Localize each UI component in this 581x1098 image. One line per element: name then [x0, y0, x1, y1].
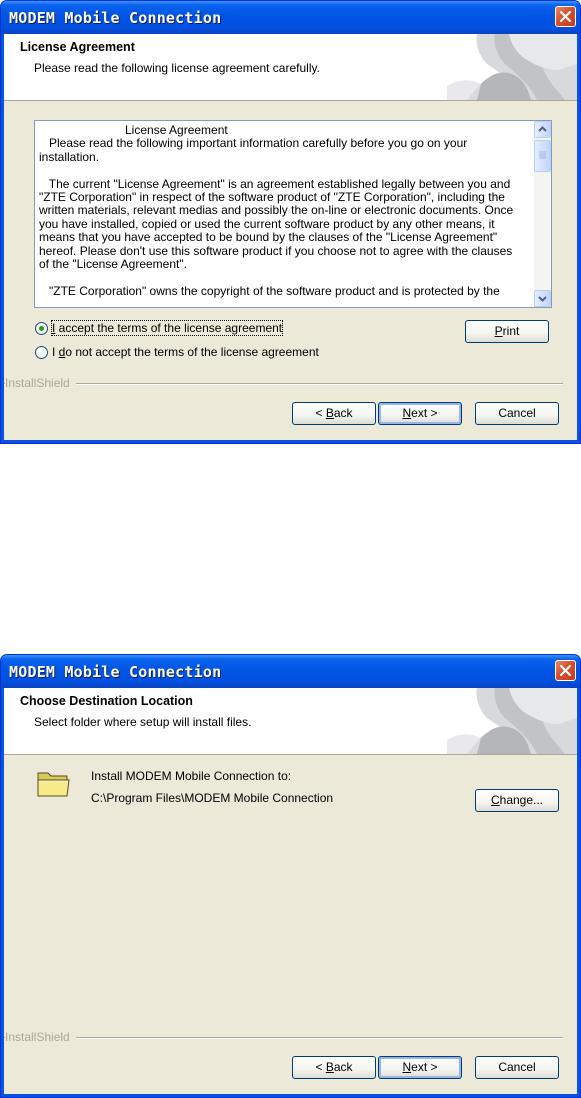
decline-radio-label[interactable]: I do not accept the terms of the license…: [52, 345, 319, 359]
button-label: rint: [502, 324, 520, 338]
radio-selected-dot: [39, 326, 44, 331]
installshield-divider: InstallShield: [4, 376, 563, 390]
button-label: Cancel: [498, 406, 536, 420]
button-label: ack: [333, 1060, 353, 1074]
title-bar[interactable]: MODEM Mobile Connection: [1, 655, 580, 688]
button-label: hange...: [499, 793, 544, 807]
label-rest: accept the terms of the license agreemen…: [55, 321, 283, 335]
license-paragraph-line: of the "License Agreement".: [39, 257, 187, 272]
title-bar[interactable]: MODEM Mobile Connection: [1, 1, 580, 34]
header-title: License Agreement: [20, 40, 135, 54]
button-label-prefix: <: [315, 406, 326, 420]
vertical-scrollbar[interactable]: [534, 121, 551, 307]
cancel-button[interactable]: Cancel: [475, 1056, 559, 1079]
installshield-divider: InstallShield: [4, 1030, 563, 1044]
license-paragraph-line: "ZTE Corporation" in respect of the soft…: [39, 190, 505, 205]
back-button[interactable]: < Back: [292, 1056, 376, 1079]
label-prefix: I: [52, 345, 59, 359]
license-dialog-window: MODEM Mobile Connection License Agreemen…: [0, 0, 581, 444]
install-label: Install MODEM Mobile Connection to:: [91, 769, 292, 783]
installshield-graphic-icon: [447, 34, 577, 100]
close-button[interactable]: [555, 660, 576, 681]
button-label: Cancel: [498, 1060, 536, 1074]
mnemonic-letter: P: [494, 324, 503, 338]
scroll-up-button[interactable]: [534, 121, 551, 138]
print-button[interactable]: Print: [465, 320, 549, 343]
license-intro-line: installation.: [39, 149, 100, 164]
button-label: ext >: [411, 1060, 438, 1074]
mnemonic-letter: N: [402, 1060, 412, 1074]
license-text: License Agreement Please read the follow…: [39, 123, 529, 298]
dialog-header: License Agreement Please read the follow…: [4, 34, 577, 101]
button-label: ext >: [411, 406, 438, 420]
mnemonic-letter: C: [490, 793, 500, 807]
license-paragraph-line: hereof. Please don't use this software p…: [39, 243, 513, 258]
close-button[interactable]: [555, 6, 576, 27]
license-paragraph-line: "ZTE Corporation" owns the copyright of …: [39, 283, 500, 298]
accept-radio[interactable]: [35, 322, 48, 335]
install-path: C:\Program Files\MODEM Mobile Connection: [91, 791, 334, 805]
installshield-graphic-icon: [447, 688, 577, 754]
chevron-up-icon: [538, 126, 547, 132]
divider-rule: [4, 1037, 563, 1039]
close-icon: [559, 10, 572, 23]
dialog-client-area: License Agreement Please read the follow…: [4, 34, 577, 440]
label-rest: o not accept the terms of the license ag…: [65, 345, 319, 359]
grip-icon: [539, 151, 546, 159]
button-label: ack: [333, 406, 353, 420]
close-icon: [559, 664, 572, 677]
license-paragraph-line: you have installed, copied or used the c…: [39, 216, 495, 231]
license-paragraph-line: The current "License Agreement" is an ag…: [39, 176, 511, 191]
button-label-prefix: <: [315, 1060, 326, 1074]
header-title: Choose Destination Location: [20, 694, 193, 708]
license-heading: License Agreement: [125, 123, 228, 137]
header-subtitle: Please read the following license agreem…: [34, 61, 320, 75]
scroll-down-button[interactable]: [534, 290, 551, 307]
mnemonic-letter: N: [402, 406, 412, 420]
license-text-box[interactable]: License Agreement Please read the follow…: [34, 120, 552, 308]
folder-icon: [37, 772, 70, 797]
installshield-label: InstallShield: [5, 1030, 76, 1044]
dialog-client-area: Choose Destination Location Select folde…: [4, 688, 577, 1094]
license-paragraph-line: means that you have accepted to be bound…: [39, 230, 498, 245]
mnemonic-letter: B: [325, 406, 334, 420]
mnemonic-letter: B: [325, 1060, 334, 1074]
decline-radio[interactable]: [35, 346, 48, 359]
destination-dialog-window: MODEM Mobile Connection Choose Destinati…: [0, 654, 581, 1098]
change-button[interactable]: Change...: [475, 789, 559, 812]
accept-radio-label[interactable]: I accept the terms of the license agreem…: [50, 320, 284, 336]
chevron-down-icon: [538, 296, 547, 302]
header-subtitle: Select folder where setup will install f…: [34, 715, 252, 729]
back-button[interactable]: < Back: [292, 402, 376, 425]
license-intro-line: Please read the following important info…: [39, 136, 468, 151]
license-paragraph-line: written materials, relevant medias and p…: [39, 203, 514, 218]
dialog-header: Choose Destination Location Select folde…: [4, 688, 577, 755]
window-title: MODEM Mobile Connection: [9, 9, 222, 27]
cancel-button[interactable]: Cancel: [475, 402, 559, 425]
next-button[interactable]: Next >: [378, 402, 462, 425]
installshield-label: InstallShield: [5, 376, 76, 390]
next-button[interactable]: Next >: [378, 1056, 462, 1079]
divider-rule: [4, 383, 563, 385]
window-title: MODEM Mobile Connection: [9, 663, 222, 681]
scroll-thumb[interactable]: [534, 140, 551, 172]
